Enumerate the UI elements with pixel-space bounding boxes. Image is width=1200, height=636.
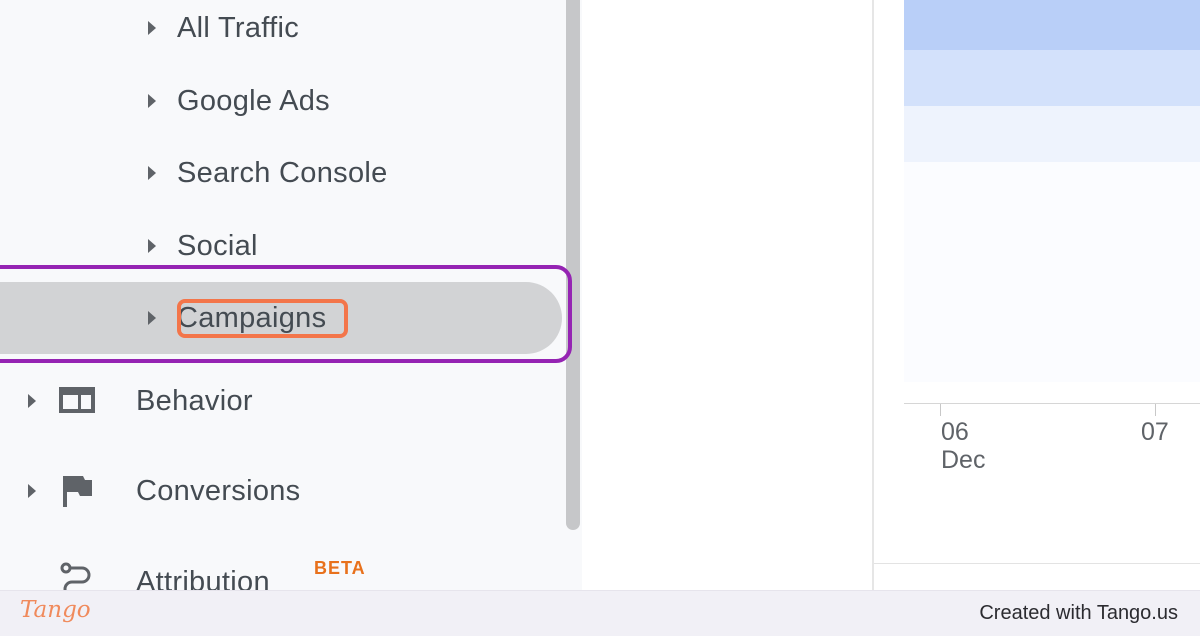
tick-day: 07 — [1141, 418, 1169, 446]
axis-tick-label: 06 Dec — [941, 418, 985, 474]
attribution-icon — [60, 562, 91, 590]
tango-footer: Tango Created with Tango.us — [0, 590, 1200, 636]
nav-section-label: Behavior — [136, 384, 253, 417]
caret-right-icon — [148, 94, 156, 108]
created-with-credit: Created with Tango.us — [979, 602, 1178, 624]
nav-item-search-console[interactable]: Search Console — [148, 151, 388, 195]
tick-month: Dec — [941, 446, 986, 474]
caret-right-icon — [28, 394, 36, 408]
content-gutter — [582, 0, 872, 590]
heatmap-cell — [904, 162, 1200, 382]
heatmap-cell — [904, 0, 1200, 50]
nav-item-label: Search Console — [177, 156, 388, 189]
flag-icon — [63, 476, 92, 507]
caret-right-icon — [148, 239, 156, 253]
caret-right-icon — [148, 21, 156, 35]
sidebar-scrollbar[interactable] — [566, 0, 580, 530]
axis-tick-label: 07 — [1141, 418, 1169, 446]
beta-badge: BETA — [314, 558, 366, 578]
heatmap-cell — [904, 106, 1200, 162]
nav-section-behavior[interactable]: Behavior — [0, 376, 560, 426]
nav-item-social[interactable]: Social — [148, 224, 258, 268]
caret-right-icon — [148, 166, 156, 180]
nav-item-all-traffic[interactable]: All Traffic — [148, 6, 299, 50]
nav-item-google-ads[interactable]: Google Ads — [148, 79, 330, 123]
caret-right-icon — [28, 484, 36, 498]
nav-item-label: All Traffic — [177, 11, 300, 44]
axis-tick — [1155, 404, 1156, 416]
nav-section-attribution[interactable]: Attribution — [0, 556, 560, 590]
nav-item-label: Google Ads — [177, 84, 330, 117]
axis-tick — [940, 404, 941, 416]
heatmap-cell — [904, 50, 1200, 106]
tango-logo: Tango — [20, 597, 91, 623]
nav-item-label: Social — [177, 229, 258, 262]
report-panel — [874, 0, 1200, 590]
click-target-highlight — [177, 299, 348, 338]
tick-day: 06 — [941, 418, 969, 446]
nav-section-label: Conversions — [136, 474, 301, 507]
nav-section-conversions[interactable]: Conversions — [0, 466, 560, 516]
behavior-layout-icon — [59, 387, 95, 413]
nav-section-label: Attribution — [136, 566, 270, 590]
panel-separator — [874, 563, 1200, 564]
